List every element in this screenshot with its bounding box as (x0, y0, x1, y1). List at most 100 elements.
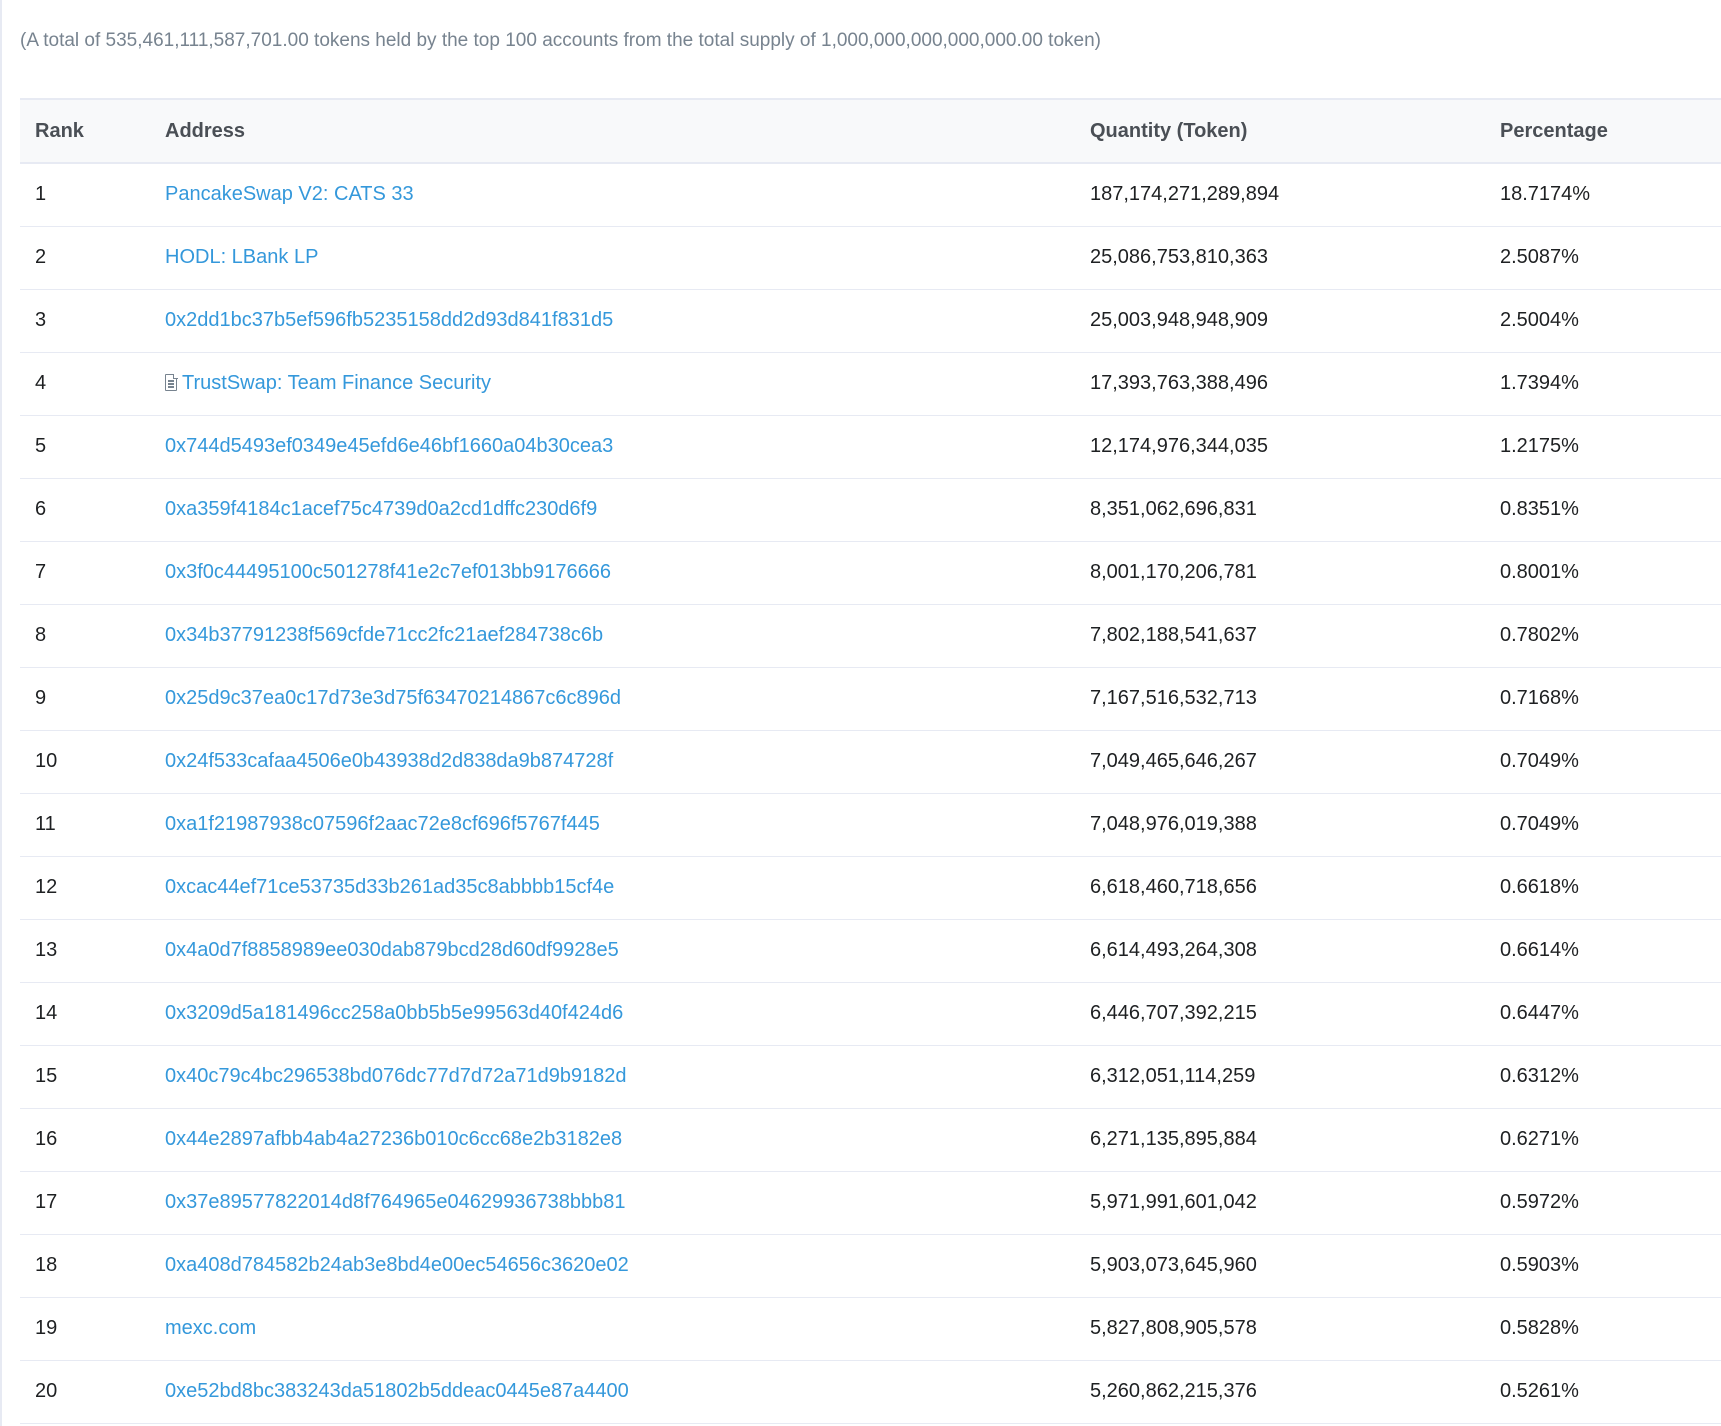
table-row: 2 HODL: LBank LP 25,086,753,810,363 2.5087% (20, 226, 1721, 290)
quantity-cell: 7,802,188,541,637 (1090, 604, 1500, 668)
address-cell: 0x25d9c37ea0c17d73e3d75f63470214867c6c89… (165, 667, 1090, 731)
table-row: 9 0x25d9c37ea0c17d73e3d75f63470214867c6c8… (20, 667, 1721, 731)
address-cell: 0xa359f4184c1acef75c4739d0a2cd1dffc230d6… (165, 478, 1090, 542)
holder-address-link[interactable]: mexc.com (165, 1317, 256, 1339)
quantity-cell: 12,174,976,344,035 (1090, 415, 1500, 479)
table-row: 8 0x34b37791238f569cfde71cc2fc21aef284738… (20, 604, 1721, 668)
rank-cell: 7 (20, 541, 165, 605)
rank-cell: 10 (20, 730, 165, 794)
rank-cell: 13 (20, 919, 165, 983)
address-cell: 0x3209d5a181496cc258a0bb5b5e99563d40f424… (165, 982, 1090, 1046)
table-row: 6 0xa359f4184c1acef75c4739d0a2cd1dffc230d… (20, 478, 1721, 542)
table-row: 15 0x40c79c4bc296538bd076dc77d7d72a71d9b9… (20, 1045, 1721, 1109)
holder-address-link[interactable]: 0x34b37791238f569cfde71cc2fc21aef284738c… (165, 624, 603, 646)
rank-cell: 16 (20, 1108, 165, 1172)
percentage-cell: 0.8001% (1500, 541, 1721, 605)
quantity-cell: 5,827,808,905,578 (1090, 1297, 1500, 1361)
column-header-rank[interactable]: Rank (20, 98, 165, 164)
table-row: 19 mexc.com 5,827,808,905,578 0.5828% (20, 1297, 1721, 1361)
rank-cell: 5 (20, 415, 165, 479)
holder-address-link[interactable]: 0x40c79c4bc296538bd076dc77d7d72a71d9b918… (165, 1065, 627, 1087)
quantity-cell: 25,086,753,810,363 (1090, 226, 1500, 290)
table-header-row: Rank Address Quantity (Token) Percentage (20, 98, 1721, 164)
address-cell: 0x4a0d7f8858989ee030dab879bcd28d60df9928… (165, 919, 1090, 983)
percentage-cell: 0.6312% (1500, 1045, 1721, 1109)
table-row: 20 0xe52bd8bc383243da51802b5ddeac0445e87a… (20, 1360, 1721, 1424)
holder-address-link[interactable]: 0x3f0c44495100c501278f41e2c7ef013bb91766… (165, 561, 611, 583)
address-cell: 0xa408d784582b24ab3e8bd4e00ec54656c3620e… (165, 1234, 1090, 1298)
table-row: 7 0x3f0c44495100c501278f41e2c7ef013bb9176… (20, 541, 1721, 605)
percentage-cell: 0.5828% (1500, 1297, 1721, 1361)
percentage-cell: 0.7802% (1500, 604, 1721, 668)
quantity-cell: 6,312,051,114,259 (1090, 1045, 1500, 1109)
percentage-cell: 2.5004% (1500, 289, 1721, 353)
percentage-cell: 1.7394% (1500, 352, 1721, 416)
table-row: 11 0xa1f21987938c07596f2aac72e8cf696f5767… (20, 793, 1721, 857)
column-header-percentage[interactable]: Percentage (1500, 98, 1721, 164)
rank-cell: 2 (20, 226, 165, 290)
rank-cell: 15 (20, 1045, 165, 1109)
percentage-cell: 0.7049% (1500, 730, 1721, 794)
address-cell: HODL: LBank LP (165, 226, 1090, 290)
percentage-cell: 0.6614% (1500, 919, 1721, 983)
quantity-cell: 5,260,862,215,376 (1090, 1360, 1500, 1424)
table-row: 1 PancakeSwap V2: CATS 33 187,174,271,289,… (20, 163, 1721, 227)
percentage-cell: 0.5261% (1500, 1360, 1721, 1424)
address-cell: 0xa1f21987938c07596f2aac72e8cf696f5767f4… (165, 793, 1090, 857)
holder-address-link[interactable]: 0x24f533cafaa4506e0b43938d2d838da9b87472… (165, 750, 613, 772)
holder-address-link[interactable]: 0x2dd1bc37b5ef596fb5235158dd2d93d841f831… (165, 309, 613, 331)
address-cell: 0x3f0c44495100c501278f41e2c7ef013bb91766… (165, 541, 1090, 605)
holder-address-link[interactable]: 0x3209d5a181496cc258a0bb5b5e99563d40f424… (165, 1002, 623, 1024)
holder-address-link[interactable]: PancakeSwap V2: CATS 33 (165, 183, 414, 205)
table-row: 12 0xcac44ef71ce53735d33b261ad35c8abbbb15… (20, 856, 1721, 920)
quantity-cell: 6,446,707,392,215 (1090, 982, 1500, 1046)
holder-address-link[interactable]: 0x25d9c37ea0c17d73e3d75f63470214867c6c89… (165, 687, 621, 709)
address-cell: PancakeSwap V2: CATS 33 (165, 163, 1090, 227)
holder-address-link[interactable]: 0x744d5493ef0349e45efd6e46bf1660a04b30ce… (165, 435, 613, 457)
rank-cell: 18 (20, 1234, 165, 1298)
holder-address-link[interactable]: 0x44e2897afbb4ab4a27236b010c6cc68e2b3182… (165, 1128, 622, 1150)
rank-cell: 12 (20, 856, 165, 920)
holder-address-link[interactable]: 0x37e89577822014d8f764965e04629936738bbb… (165, 1191, 625, 1213)
holder-address-link[interactable]: 0xa1f21987938c07596f2aac72e8cf696f5767f4… (165, 813, 600, 835)
holder-address-link[interactable]: TrustSwap: Team Finance Security (182, 372, 491, 394)
address-cell: 0x24f533cafaa4506e0b43938d2d838da9b87472… (165, 730, 1090, 794)
quantity-cell: 25,003,948,948,909 (1090, 289, 1500, 353)
holder-address-link[interactable]: 0xcac44ef71ce53735d33b261ad35c8abbbb15cf… (165, 876, 614, 898)
holder-address-link[interactable]: 0xa408d784582b24ab3e8bd4e00ec54656c3620e… (165, 1254, 629, 1276)
table-row: 13 0x4a0d7f8858989ee030dab879bcd28d60df99… (20, 919, 1721, 983)
quantity-cell: 8,001,170,206,781 (1090, 541, 1500, 605)
rank-cell: 14 (20, 982, 165, 1046)
table-row: 14 0x3209d5a181496cc258a0bb5b5e99563d40f4… (20, 982, 1721, 1046)
rank-cell: 19 (20, 1297, 165, 1361)
holder-address-link[interactable]: 0xa359f4184c1acef75c4739d0a2cd1dffc230d6… (165, 498, 597, 520)
percentage-cell: 0.8351% (1500, 478, 1721, 542)
quantity-cell: 6,618,460,718,656 (1090, 856, 1500, 920)
percentage-cell: 0.6618% (1500, 856, 1721, 920)
quantity-cell: 17,393,763,388,496 (1090, 352, 1500, 416)
rank-cell: 6 (20, 478, 165, 542)
quantity-cell: 7,049,465,646,267 (1090, 730, 1500, 794)
address-cell: 0x744d5493ef0349e45efd6e46bf1660a04b30ce… (165, 415, 1090, 479)
rank-cell: 17 (20, 1171, 165, 1235)
holder-address-link[interactable]: HODL: LBank LP (165, 246, 318, 268)
rank-cell: 11 (20, 793, 165, 857)
column-header-address[interactable]: Address (165, 98, 1090, 164)
quantity-cell: 6,271,135,895,884 (1090, 1108, 1500, 1172)
contract-document-icon (165, 373, 178, 391)
address-cell: TrustSwap: Team Finance Security (165, 352, 1090, 416)
address-cell: 0x34b37791238f569cfde71cc2fc21aef284738c… (165, 604, 1090, 668)
quantity-cell: 6,614,493,264,308 (1090, 919, 1500, 983)
holder-address-link[interactable]: 0x4a0d7f8858989ee030dab879bcd28d60df9928… (165, 939, 619, 961)
quantity-cell: 7,048,976,019,388 (1090, 793, 1500, 857)
rank-cell: 1 (20, 163, 165, 227)
holder-address-link[interactable]: 0xe52bd8bc383243da51802b5ddeac0445e87a44… (165, 1380, 629, 1402)
token-holders-table: Rank Address Quantity (Token) Percentage… (20, 98, 1721, 1424)
rank-cell: 8 (20, 604, 165, 668)
holders-summary: (A total of 535,461,111,587,701.00 token… (20, 30, 1101, 51)
table-row: 5 0x744d5493ef0349e45efd6e46bf1660a04b30c… (20, 415, 1721, 479)
percentage-cell: 0.6447% (1500, 982, 1721, 1046)
percentage-cell: 2.5087% (1500, 226, 1721, 290)
column-header-quantity[interactable]: Quantity (Token) (1090, 98, 1500, 164)
address-cell: 0x2dd1bc37b5ef596fb5235158dd2d93d841f831… (165, 289, 1090, 353)
